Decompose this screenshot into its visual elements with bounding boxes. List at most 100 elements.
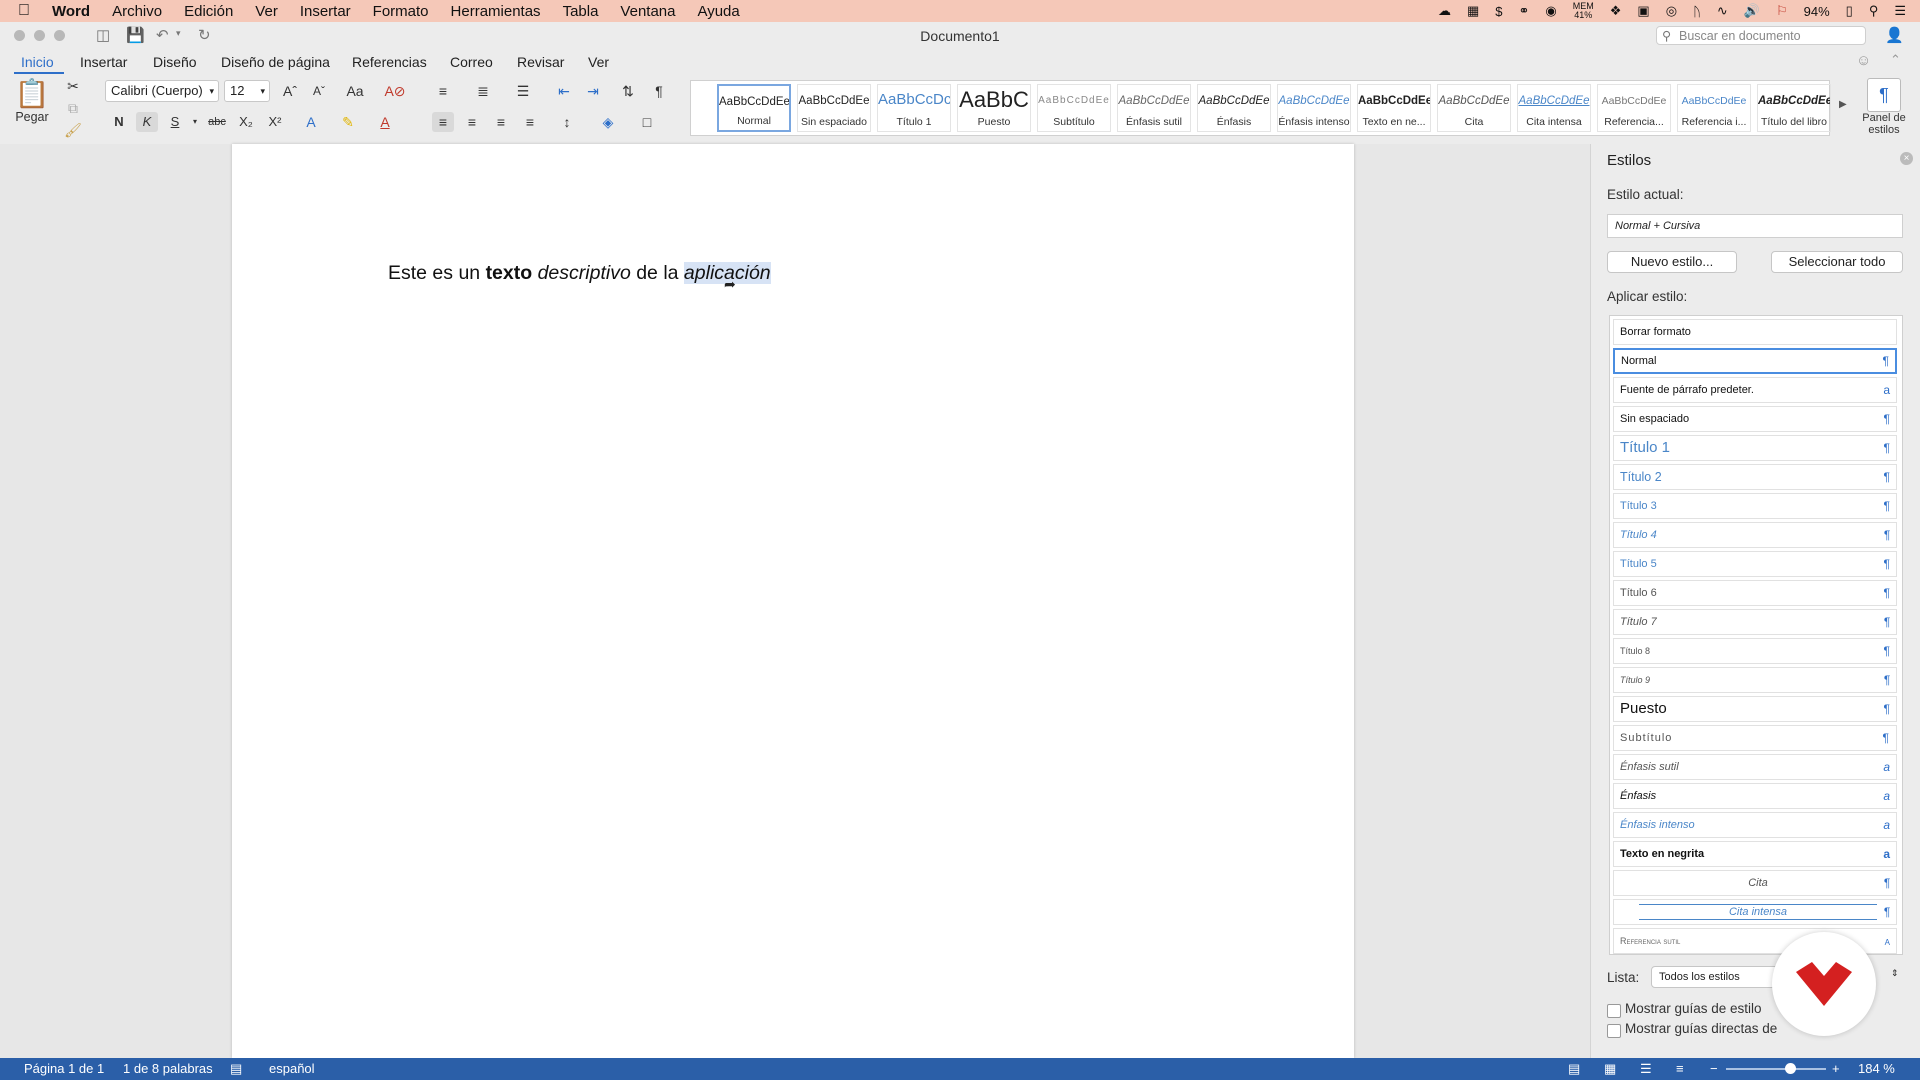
style-texto-negrita[interactable]: AaBbCcDdEe Texto en ne... [1357, 84, 1431, 132]
chevron-updown-icon[interactable]: ⇕ [1891, 968, 1899, 979]
style-enfasis[interactable]: AaBbCcDdEe Énfasis [1197, 84, 1271, 132]
proofing-icon[interactable]: ▤ [230, 1061, 242, 1077]
tab-ver[interactable]: Ver [588, 54, 609, 70]
list-item[interactable]: Título 5 ¶ [1613, 551, 1897, 577]
tab-insertar[interactable]: Insertar [80, 54, 127, 70]
list-item[interactable]: Puesto ¶ [1613, 696, 1897, 722]
menu-ver[interactable]: Ver [255, 3, 278, 20]
text-effects-icon[interactable]: A [300, 112, 322, 132]
draft-view-icon[interactable]: ≡ [1676, 1061, 1684, 1076]
battery-percent[interactable]: 94% [1804, 4, 1830, 19]
bold-button[interactable]: N [108, 112, 130, 132]
list-item[interactable]: Cita ¶ [1613, 870, 1897, 896]
change-case-icon[interactable]: Aa [344, 81, 366, 101]
style-titulo-libro[interactable]: AaBbCcDdEe Título del libro [1757, 84, 1831, 132]
grid-icon[interactable]: ▦ [1467, 3, 1479, 19]
zoom-slider[interactable] [1726, 1063, 1826, 1074]
highlight-icon[interactable]: ✎ [337, 112, 359, 132]
paste-button[interactable]: 📋 Pegar [10, 78, 54, 124]
smiley-icon[interactable]: ☺ [1856, 52, 1871, 69]
list-item[interactable]: Énfasis sutil a [1613, 754, 1897, 780]
list-item[interactable]: Título 4 ¶ [1613, 522, 1897, 548]
align-center-button[interactable]: ≡ [461, 112, 483, 132]
style-puesto[interactable]: AaBbC Puesto [957, 84, 1031, 132]
print-layout-icon[interactable]: ▤ [1568, 1061, 1580, 1077]
style-guides-checkbox[interactable] [1607, 1004, 1621, 1018]
menu-tabla[interactable]: Tabla [563, 3, 599, 20]
menu-app[interactable]: Word [52, 3, 90, 20]
menu-insertar[interactable]: Insertar [300, 3, 351, 20]
font-name-select[interactable]: Calibri (Cuerpo) ▾ [105, 80, 219, 102]
menu-herramientas[interactable]: Herramientas [451, 3, 541, 20]
zoom-in-icon[interactable]: + [1832, 1061, 1840, 1076]
format-painter-icon[interactable]: 🖌 [62, 120, 84, 140]
decrease-indent-icon[interactable]: ⇤ [553, 81, 575, 101]
apple-icon[interactable]:  [18, 2, 30, 20]
dropbox-icon[interactable]: ❖ [1610, 3, 1622, 19]
language[interactable]: español [269, 1061, 315, 1076]
style-enfasis-sutil[interactable]: AaBbCcDdEe Énfasis sutil [1117, 84, 1191, 132]
list-item[interactable]: Título 8 ¶ [1613, 638, 1897, 664]
bluetooth-icon[interactable]: ᚢ [1693, 4, 1701, 19]
align-right-button[interactable]: ≡ [490, 112, 512, 132]
list-item[interactable]: Énfasis a [1613, 783, 1897, 809]
list-item[interactable]: Título 3 ¶ [1613, 493, 1897, 519]
tab-diseno[interactable]: Diseño [153, 54, 197, 70]
notifications-icon[interactable]: ☰ [1894, 3, 1906, 19]
sort-icon[interactable]: ⇅ [617, 81, 639, 101]
copy-icon[interactable]: ⧉ [62, 98, 84, 118]
shading-icon[interactable]: ◈ [597, 112, 619, 132]
grow-font-icon[interactable]: Aˆ [279, 81, 301, 101]
outline-view-icon[interactable]: ☰ [1640, 1061, 1652, 1077]
list-item[interactable]: Título 1 ¶ [1613, 435, 1897, 461]
style-cita[interactable]: AaBbCcDdEe Cita [1437, 84, 1511, 132]
zoom-level[interactable]: 184 % [1858, 1061, 1895, 1076]
tab-correo[interactable]: Correo [450, 54, 493, 70]
volume-icon[interactable]: 🔊 [1744, 3, 1760, 19]
menu-ventana[interactable]: Ventana [620, 3, 675, 20]
list-item[interactable]: Título 7 ¶ [1613, 609, 1897, 635]
list-item[interactable]: Fuente de párrafo predeter. a [1613, 377, 1897, 403]
list-item[interactable]: Cita intensa ¶ [1613, 899, 1897, 925]
share-icon[interactable]: 👤 [1885, 26, 1904, 44]
cut-icon[interactable]: ✂ [62, 76, 84, 96]
cloud-icon[interactable]: ☁ [1438, 3, 1451, 19]
numbering-icon[interactable]: ≣ [472, 81, 494, 101]
menu-archivo[interactable]: Archivo [112, 3, 162, 20]
dollar-icon[interactable]: $ [1495, 4, 1502, 19]
memory-indicator[interactable]: MEM 41% [1573, 2, 1594, 20]
style-referencia-intensa[interactable]: AaBbCcDdEe Referencia i... [1677, 84, 1751, 132]
search-input[interactable]: ⚲ Buscar en documento [1656, 26, 1866, 45]
direct-guides-checkbox[interactable] [1607, 1024, 1621, 1038]
style-sin-espaciado[interactable]: AaBbCcDdEe Sin espaciado [797, 84, 871, 132]
shrink-font-icon[interactable]: Aˇ [308, 81, 330, 101]
multilevel-list-icon[interactable]: ☰ [512, 81, 534, 101]
spotlight-icon[interactable]: ⚲ [1869, 3, 1879, 19]
style-referencia-sutil[interactable]: AaBbCcDdEe Referencia... [1597, 84, 1671, 132]
zoom-slider-thumb[interactable] [1785, 1063, 1796, 1074]
borders-icon[interactable]: □ [636, 112, 658, 132]
increase-indent-icon[interactable]: ⇥ [582, 81, 604, 101]
document-text[interactable]: Este es un texto descriptivo de la aplic… [388, 262, 771, 285]
align-left-button[interactable]: ≡ [432, 112, 454, 132]
web-layout-icon[interactable]: ▦ [1604, 1061, 1616, 1077]
list-item[interactable]: Texto en negrita a [1613, 841, 1897, 867]
bullets-icon[interactable]: ≡ [432, 81, 454, 101]
style-subtitulo[interactable]: AaBbCcDdEe Subtítulo [1037, 84, 1111, 132]
list-item[interactable]: Título 9 ¶ [1613, 667, 1897, 693]
tab-diseno-pagina[interactable]: Diseño de página [221, 54, 330, 70]
tab-inicio[interactable]: Inicio [21, 54, 54, 70]
zoom-out-icon[interactable]: − [1710, 1061, 1718, 1076]
subscript-button[interactable]: X₂ [235, 112, 257, 132]
show-paragraph-marks-icon[interactable]: ¶ [648, 81, 670, 101]
style-normal[interactable]: AaBbCcDdEe Normal [717, 84, 791, 132]
style-enfasis-intenso[interactable]: AaBbCcDdEe Énfasis intenso [1277, 84, 1351, 132]
tab-revisar[interactable]: Revisar [517, 54, 564, 70]
record-icon[interactable]: ◎ [1666, 3, 1677, 19]
collapse-ribbon-icon[interactable]: ⌃ [1890, 52, 1901, 68]
link-icon[interactable]: ⚭ [1519, 3, 1530, 19]
page-count[interactable]: Página 1 de 1 [24, 1061, 104, 1076]
new-style-button[interactable]: Nuevo estilo... [1607, 251, 1737, 273]
eye-icon[interactable]: ◉ [1545, 3, 1556, 19]
menu-ayuda[interactable]: Ayuda [697, 3, 739, 20]
